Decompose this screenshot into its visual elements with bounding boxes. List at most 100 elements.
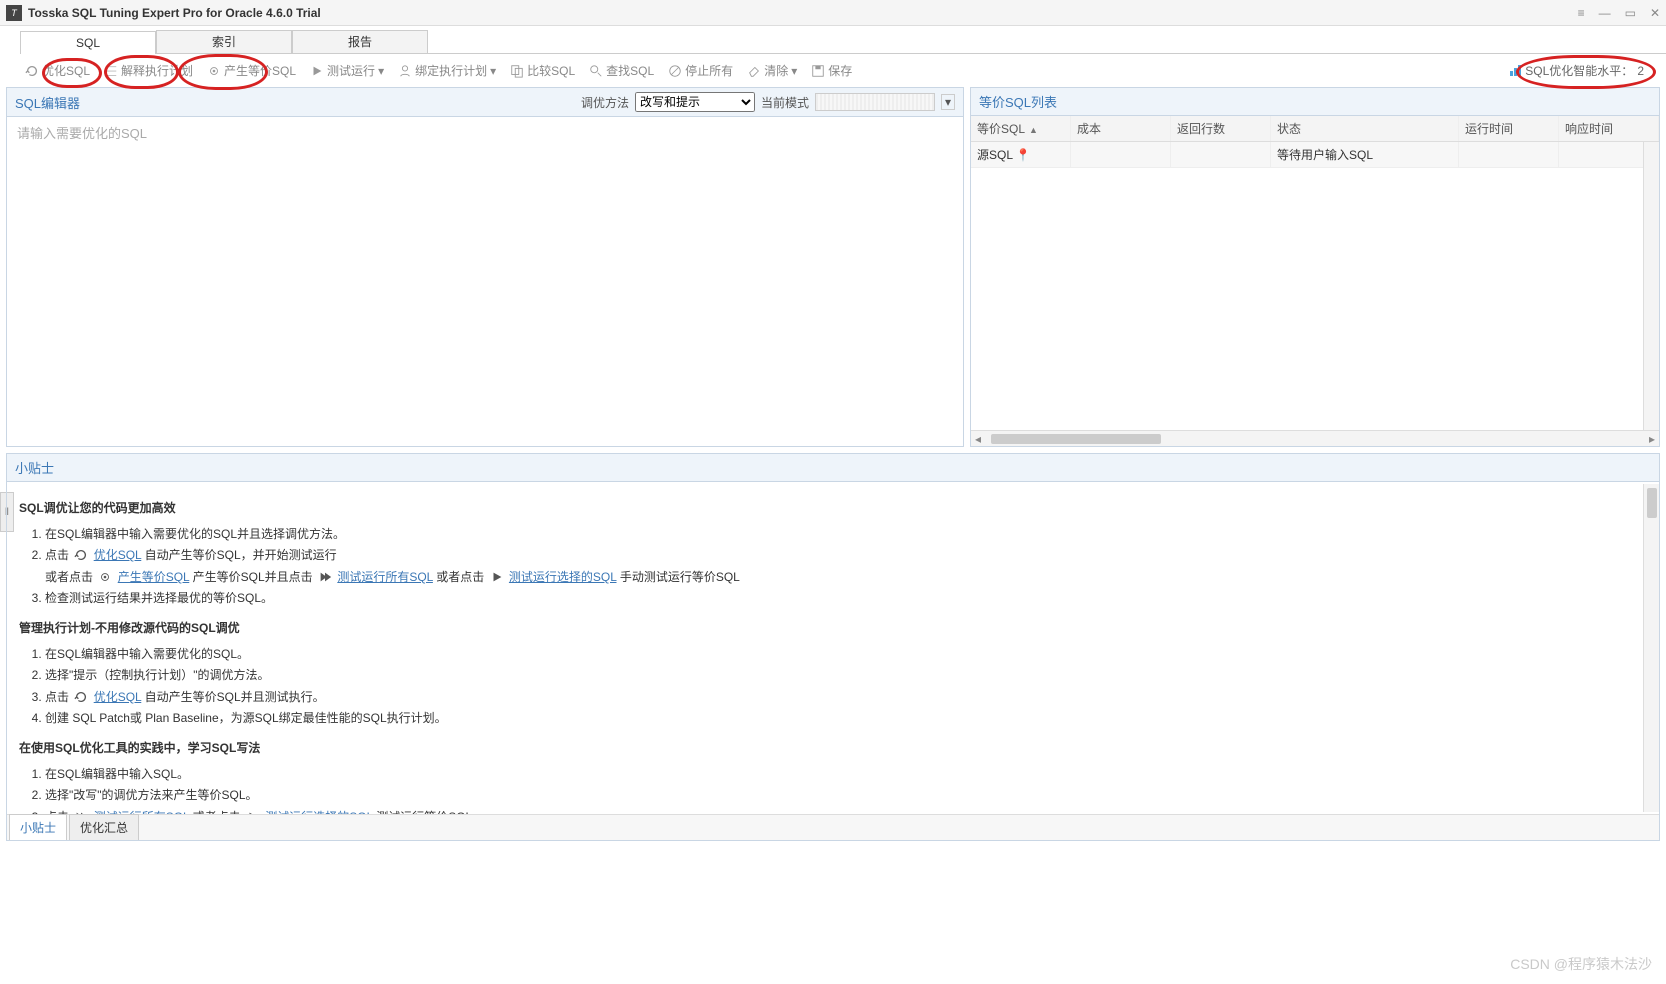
mode-label: 当前模式 <box>761 94 809 111</box>
link-test-run-selected[interactable]: 测试运行选择的SQL <box>509 570 617 584</box>
vertical-scrollbar[interactable] <box>1643 142 1659 446</box>
tips-h1: SQL调优让您的代码更加高效 <box>19 498 1647 520</box>
equiv-header: 等价SQL列表 <box>971 88 1659 116</box>
optimize-label: 优化SQL <box>42 62 90 79</box>
tips-panel: 小贴士 SQL调优让您的代码更加高效 在SQL编辑器中输入需要优化的SQL并且选… <box>6 453 1660 841</box>
link-optimize-sql[interactable]: 优化SQL <box>94 548 142 562</box>
grid-body: 源SQL 📍 等待用户输入SQL ◂ ▸ <box>971 142 1659 446</box>
editor-title: SQL编辑器 <box>15 93 80 112</box>
stop-all-button[interactable]: 停止所有 <box>665 60 736 81</box>
equiv-title: 等价SQL列表 <box>979 92 1057 111</box>
tab-report[interactable]: 报告 <box>292 30 428 53</box>
play-icon <box>490 570 504 584</box>
test-run-button[interactable]: 测试运行 ▾ <box>307 60 387 81</box>
tips-s3-2: 选择"改写"的调优方法来产生等价SQL。 <box>45 785 1647 807</box>
refresh-icon <box>74 690 88 704</box>
tips-s1-1: 在SQL编辑器中输入需要优化的SQL并且选择调优方法。 <box>45 524 1647 546</box>
col-cost[interactable]: 成本 <box>1071 116 1171 141</box>
pin-icon: 📍 <box>1016 148 1031 162</box>
refresh-icon <box>25 64 39 78</box>
play-icon <box>310 64 324 78</box>
clear-button[interactable]: 清除 ▾ <box>744 60 800 81</box>
window-title: Tosska SQL Tuning Expert Pro for Oracle … <box>28 6 321 20</box>
explain-plan-button[interactable]: 解释执行计划 <box>101 60 196 81</box>
refresh-icon <box>74 548 88 562</box>
window-controls: ≡ — ▭ ✕ <box>1578 6 1660 20</box>
copy-icon <box>510 64 524 78</box>
dropdown-arrow-icon: ▾ <box>490 64 496 78</box>
sql-editor-textarea[interactable]: 请输入需要优化的SQL <box>7 117 963 446</box>
col-equiv-sql[interactable]: 等价SQL▲ <box>971 116 1071 141</box>
titlebar: T Tosska SQL Tuning Expert Pro for Oracl… <box>0 0 1666 26</box>
col-rows[interactable]: 返回行数 <box>1171 116 1271 141</box>
bind-plan-button[interactable]: 绑定执行计划 ▾ <box>395 60 499 81</box>
save-button[interactable]: 保存 <box>808 60 855 81</box>
link-test-run-all[interactable]: 测试运行所有SQL <box>337 570 433 584</box>
person-icon <box>398 64 412 78</box>
tips-scrollbar[interactable] <box>1643 484 1659 812</box>
table-row[interactable]: 源SQL 📍 等待用户输入SQL <box>971 142 1659 168</box>
col-response[interactable]: 响应时间 <box>1559 116 1659 141</box>
row-status: 等待用户输入SQL <box>1271 142 1459 167</box>
close-icon[interactable]: ✕ <box>1650 6 1660 20</box>
tips-s2-3: 点击 优化SQL 自动产生等价SQL并且测试执行。 <box>45 687 1647 709</box>
tips-title: 小贴士 <box>15 458 54 477</box>
compare-sql-button[interactable]: 比较SQL <box>507 60 578 81</box>
clear-label: 清除 <box>764 62 788 79</box>
testrun-label: 测试运行 <box>327 62 375 79</box>
tips-s2-4: 创建 SQL Patch或 Plan Baseline，为源SQL绑定最佳性能的… <box>45 708 1647 730</box>
compare-label: 比较SQL <box>527 62 575 79</box>
minimize-icon[interactable]: — <box>1599 6 1611 20</box>
find-sql-button[interactable]: 查找SQL <box>586 60 657 81</box>
tips-tabs: 小贴士 优化汇总 <box>7 814 1659 840</box>
tips-body: SQL调优让您的代码更加高效 在SQL编辑器中输入需要优化的SQL并且选择调优方… <box>7 482 1659 814</box>
equiv-sql-panel: 等价SQL列表 等价SQL▲ 成本 返回行数 状态 运行时间 响应时间 源SQL… <box>970 87 1660 447</box>
sql-editor-panel: SQL编辑器 调优方法 改写和提示 当前模式 ▾ 请输入需要优化的SQL <box>6 87 964 447</box>
toolbar: 优化SQL 解释执行计划 产生等价SQL 测试运行 ▾ 绑定执行计划 ▾ 比较S… <box>0 54 1666 87</box>
sort-asc-icon: ▲ <box>1029 125 1038 135</box>
link-optimize-sql-2[interactable]: 优化SQL <box>94 690 142 704</box>
bars-icon <box>1510 65 1521 76</box>
watermark: CSDN @程序猿木法沙 <box>1510 954 1652 974</box>
stop-icon <box>668 64 682 78</box>
explain-label: 解释执行计划 <box>121 62 193 79</box>
mode-dropdown-icon[interactable]: ▾ <box>941 94 955 110</box>
main-tabs: SQL 索引 报告 <box>20 30 1666 54</box>
intel-level[interactable]: SQL优化智能水平： 2 <box>1510 62 1644 79</box>
optimize-sql-button[interactable]: 优化SQL <box>22 60 93 81</box>
col-status[interactable]: 状态 <box>1271 116 1459 141</box>
tips-s3-3: 点击 测试运行所有SQL 或者点击 测试运行选择的SQL 测试运行等价SQL。 <box>45 807 1647 814</box>
find-label: 查找SQL <box>606 62 654 79</box>
save-icon <box>811 64 825 78</box>
menu-icon[interactable]: ≡ <box>1578 6 1585 20</box>
grid-header: 等价SQL▲ 成本 返回行数 状态 运行时间 响应时间 <box>971 116 1659 142</box>
tips-s2-2: 选择"提示（控制执行计划）"的调优方法。 <box>45 665 1647 687</box>
tips-tab-summary[interactable]: 优化汇总 <box>69 814 139 840</box>
intel-label: SQL优化智能水平： <box>1525 62 1633 79</box>
col-runtime[interactable]: 运行时间 <box>1459 116 1559 141</box>
tips-tab-tips[interactable]: 小贴士 <box>9 814 67 840</box>
generate-label: 产生等价SQL <box>224 62 296 79</box>
method-select[interactable]: 改写和提示 <box>635 92 755 112</box>
dropdown-arrow-icon: ▾ <box>378 64 384 78</box>
stopall-label: 停止所有 <box>685 62 733 79</box>
maximize-icon[interactable]: ▭ <box>1625 6 1636 20</box>
eraser-icon <box>747 64 761 78</box>
tips-header: 小贴士 <box>7 454 1659 482</box>
generate-equiv-button[interactable]: 产生等价SQL <box>204 60 299 81</box>
method-label: 调优方法 <box>581 94 629 111</box>
tips-s1-2: 点击 优化SQL 自动产生等价SQL，并开始测试运行 或者点击 产生等价SQL … <box>45 545 1647 588</box>
tips-s3-1: 在SQL编辑器中输入SQL。 <box>45 764 1647 786</box>
tips-h3: 在使用SQL优化工具的实践中，学习SQL写法 <box>19 738 1647 760</box>
sql-editor-header: SQL编辑器 调优方法 改写和提示 当前模式 ▾ <box>7 88 963 117</box>
gear-icon <box>98 570 112 584</box>
link-generate-equiv[interactable]: 产生等价SQL <box>118 570 190 584</box>
row-name: 源SQL <box>977 148 1013 162</box>
app-icon: T <box>6 5 22 21</box>
tips-h2: 管理执行计划-不用修改源代码的SQL调优 <box>19 618 1647 640</box>
dropdown-arrow-icon: ▾ <box>791 64 797 78</box>
tab-sql[interactable]: SQL <box>20 31 156 54</box>
horizontal-scrollbar[interactable]: ◂ ▸ <box>971 430 1659 446</box>
tab-index[interactable]: 索引 <box>156 30 292 53</box>
list-icon <box>104 64 118 78</box>
